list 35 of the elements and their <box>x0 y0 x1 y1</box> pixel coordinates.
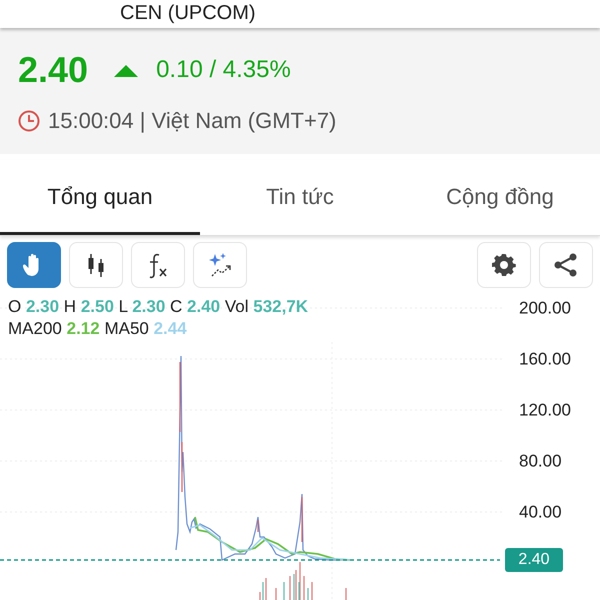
legend-value: 532,7K <box>253 297 308 316</box>
legend-value: 2.30 <box>26 297 60 316</box>
price-value: 2.40 <box>18 52 88 88</box>
legend-value: 2.50 <box>80 297 114 316</box>
tab[interactable]: Tổng quan <box>0 160 200 235</box>
axis-label: 80.00 <box>519 450 562 472</box>
last-price-label: 2.40 <box>505 548 563 572</box>
legend-label: MA200 <box>8 319 62 338</box>
price-change: 0.10 / 4.35% <box>156 58 291 82</box>
axis-label: 160.00 <box>519 348 571 370</box>
share-button[interactable] <box>539 242 593 288</box>
sparkle-chart-button[interactable] <box>193 242 247 288</box>
function-button[interactable] <box>131 242 185 288</box>
legend-label: Vol <box>224 297 249 316</box>
legend-label: L <box>118 297 128 316</box>
axis-label: 200.00 <box>519 297 571 320</box>
tab[interactable]: Tin tức <box>200 160 400 235</box>
legend-value: 2.30 <box>132 297 166 316</box>
clock-icon <box>18 110 40 132</box>
legend-value: 2.44 <box>154 319 187 338</box>
legend-label: H <box>64 297 76 316</box>
quote-time: 15:00:04 | Việt Nam (GMT+7) <box>48 107 336 135</box>
legend-value: 2.12 <box>66 319 100 338</box>
legend-label: O <box>8 297 22 316</box>
page-title: CEN (UPCOM) <box>120 3 257 23</box>
tab[interactable]: Cộng đồng <box>400 160 600 235</box>
axis-label: 40.00 <box>519 501 562 524</box>
settings-icon <box>490 251 518 279</box>
axis-label: 120.00 <box>519 399 571 422</box>
hand-button[interactable] <box>7 242 61 288</box>
candlestick-button[interactable] <box>69 242 123 288</box>
legend-label: MA50 <box>104 319 149 338</box>
settings-button[interactable] <box>477 242 531 288</box>
legend-value: 2.40 <box>187 297 220 316</box>
legend-label: C <box>170 297 182 316</box>
